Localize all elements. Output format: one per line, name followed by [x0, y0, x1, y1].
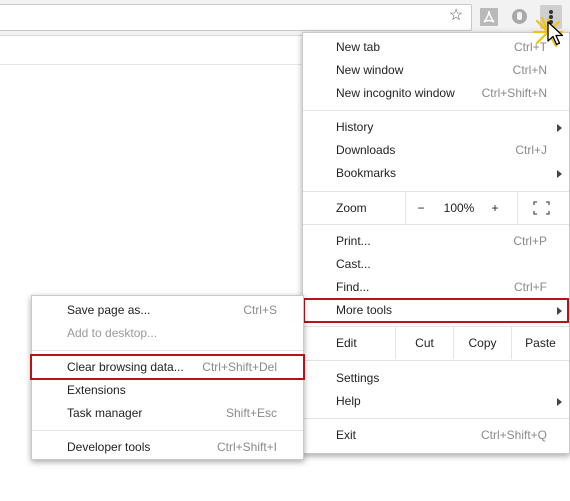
- chrome-main-menu: New tab Ctrl+T New window Ctrl+N New inc…: [302, 32, 570, 454]
- menu-item-new-incognito-window[interactable]: New incognito window Ctrl+Shift+N: [303, 82, 569, 105]
- cut-button[interactable]: Cut: [395, 327, 453, 359]
- menu-item-cast[interactable]: Cast...: [303, 253, 569, 276]
- menu-item-downloads[interactable]: Downloads Ctrl+J: [303, 139, 569, 162]
- zoom-in-button[interactable]: +: [489, 201, 501, 215]
- menu-item-find[interactable]: Find... Ctrl+F: [303, 276, 569, 299]
- clear-browsing-data-highlight: [30, 354, 305, 380]
- zoom-row: Zoom − 100% +: [303, 192, 569, 224]
- fullscreen-icon[interactable]: [533, 201, 550, 215]
- menu-item-print[interactable]: Print... Ctrl+P: [303, 230, 569, 253]
- menu-separator: [32, 430, 303, 431]
- browser-toolbar: ☆: [0, 0, 570, 35]
- mouse-cursor-icon: [547, 21, 564, 46]
- pdf-extension-icon[interactable]: [480, 8, 498, 26]
- menu-item-settings[interactable]: Settings: [303, 367, 569, 390]
- zoom-out-button[interactable]: −: [415, 201, 427, 215]
- menu-item-exit[interactable]: Exit Ctrl+Shift+Q: [303, 424, 569, 447]
- menu-item-bookmarks[interactable]: Bookmarks: [303, 162, 569, 185]
- submenu-item-developer-tools[interactable]: Developer tools Ctrl+Shift+I: [32, 436, 303, 459]
- zoom-divider: [517, 192, 518, 224]
- paste-button[interactable]: Paste: [511, 327, 569, 359]
- zoom-divider: [405, 192, 406, 224]
- submenu-arrow-icon: [557, 170, 562, 178]
- edit-row: Edit Cut Copy Paste: [303, 327, 569, 359]
- zoom-label: Zoom: [336, 201, 367, 215]
- submenu-arrow-icon: [557, 124, 562, 132]
- menu-item-new-window[interactable]: New window Ctrl+N: [303, 59, 569, 82]
- menu-item-help[interactable]: Help: [303, 390, 569, 413]
- menu-separator: [303, 418, 569, 419]
- zoom-level: 100%: [443, 201, 475, 215]
- copy-button[interactable]: Copy: [453, 327, 511, 359]
- edit-label: Edit: [336, 336, 357, 350]
- bookmark-star-icon[interactable]: ☆: [448, 8, 464, 24]
- submenu-item-extensions[interactable]: Extensions: [32, 379, 303, 402]
- submenu-item-task-manager[interactable]: Task manager Shift+Esc: [32, 402, 303, 425]
- submenu-item-save-page-as[interactable]: Save page as... Ctrl+S: [32, 299, 303, 322]
- address-bar[interactable]: [0, 4, 472, 31]
- submenu-arrow-icon: [557, 398, 562, 406]
- submenu-item-add-to-desktop: Add to desktop...: [67, 326, 158, 340]
- more-tools-highlight: [303, 298, 569, 323]
- menu-item-history[interactable]: History: [303, 116, 569, 139]
- menu-separator: [303, 360, 569, 361]
- menu-separator: [303, 110, 569, 111]
- menu-item-new-tab[interactable]: New tab Ctrl+T: [303, 36, 569, 59]
- more-tools-submenu: Save page as... Ctrl+S Add to desktop...…: [30, 295, 305, 460]
- menu-separator: [32, 350, 303, 351]
- extension-circle-icon[interactable]: [512, 9, 527, 24]
- menu-separator: [303, 224, 569, 225]
